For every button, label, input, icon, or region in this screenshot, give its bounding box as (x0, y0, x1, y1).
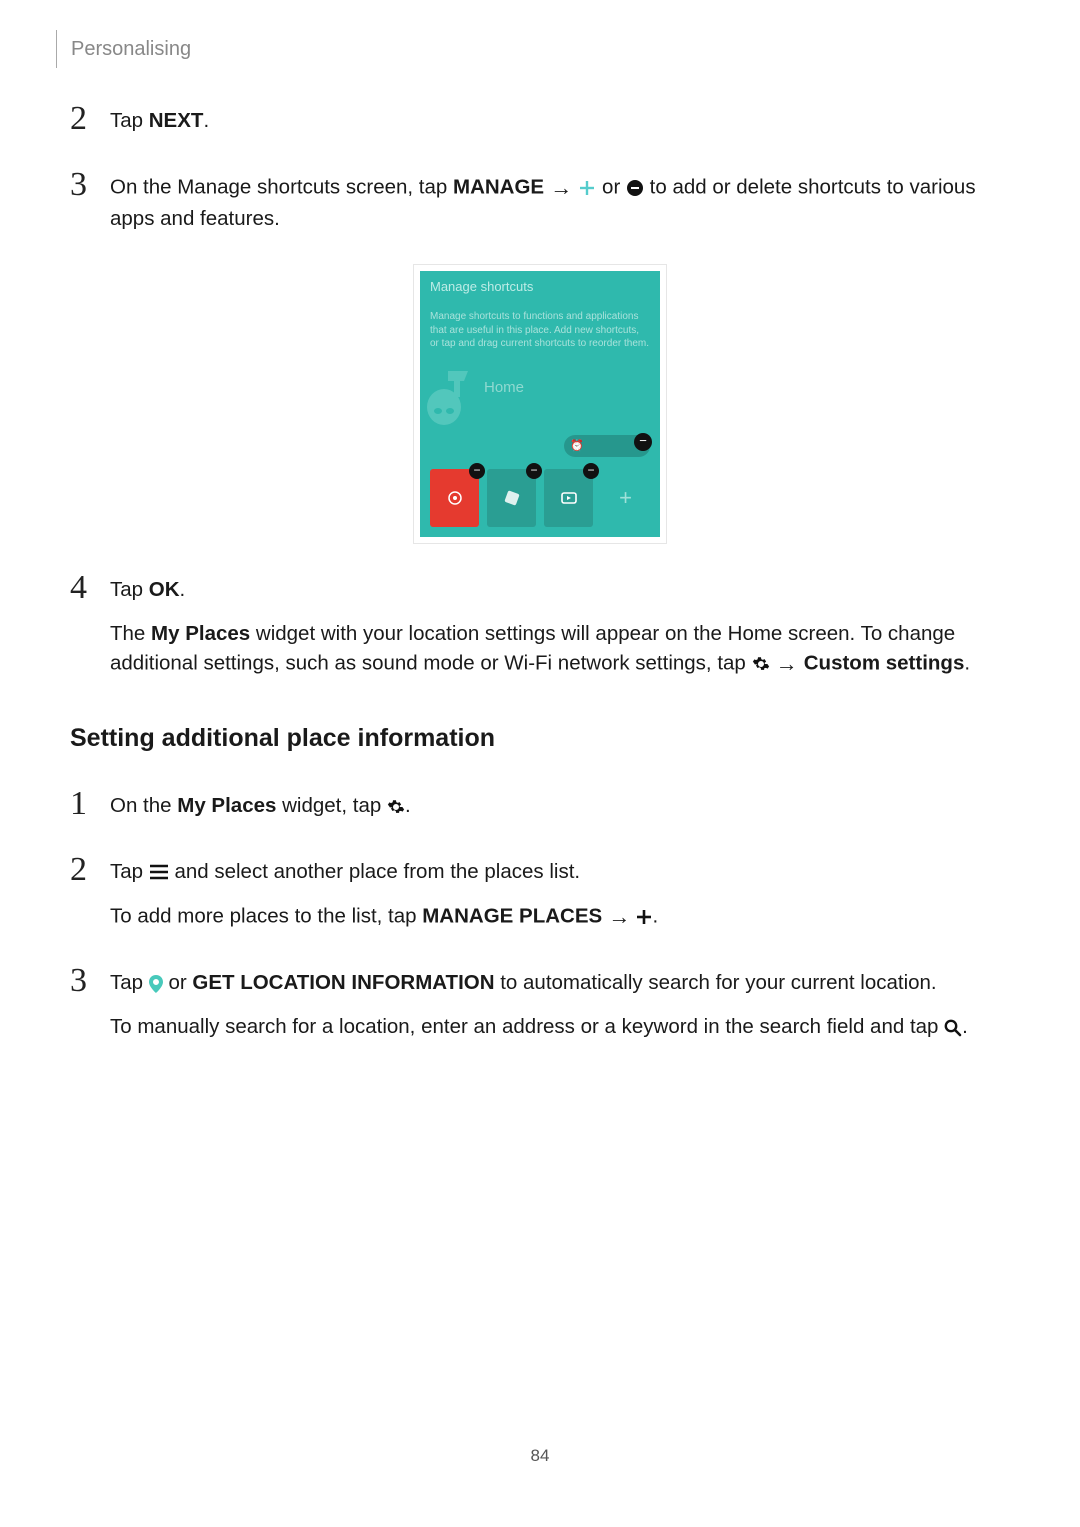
figure-home-row: Home (420, 361, 660, 433)
label-manage-places: MANAGE PLACES (422, 904, 602, 927)
text: To add more places to the list, tap (110, 904, 422, 927)
text: Tap (110, 860, 149, 883)
step-4: 4 Tap OK. The My Places widget with your… (70, 571, 1010, 694)
text: . (964, 652, 970, 675)
text: . (962, 1015, 968, 1038)
figure-title: Manage shortcuts (420, 271, 660, 302)
label-custom-settings: Custom settings (804, 652, 965, 675)
remove-icon: − (526, 463, 542, 479)
header: Personalising (56, 30, 1010, 68)
step-body: On the Manage shortcuts screen, tap MANA… (110, 168, 1010, 248)
figure-home-label: Home (484, 379, 524, 396)
text: or (596, 175, 626, 198)
gear-icon (387, 798, 405, 816)
text: Tap (110, 109, 149, 132)
label-manage: MANAGE (453, 175, 544, 198)
text: . (203, 109, 209, 132)
minus-circle-icon (626, 179, 644, 197)
step-body: Tap and select another place from the pl… (110, 853, 1010, 947)
text: . (652, 904, 658, 927)
header-section: Personalising (71, 38, 191, 61)
step-number: 1 (70, 787, 110, 821)
menu-icon (149, 864, 169, 880)
label-my-places: My Places (151, 622, 250, 645)
text: The (110, 622, 151, 645)
tile-app-1: − (430, 469, 479, 527)
remove-icon: − (583, 463, 599, 479)
label-get-location: GET LOCATION INFORMATION (192, 971, 494, 994)
label-my-places: My Places (177, 794, 276, 817)
figure-alarm-row: ⏰ − (420, 433, 660, 461)
step-b2: 2 Tap and select another place from the … (70, 853, 1010, 947)
remove-icon: − (469, 463, 485, 479)
text: To manually search for a location, enter… (110, 1015, 944, 1038)
step-number: 2 (70, 853, 110, 887)
text: On the Manage shortcuts screen, tap (110, 175, 453, 198)
text: to automatically search for your current… (495, 971, 937, 994)
text: Tap (110, 578, 149, 601)
plus-icon (578, 179, 596, 197)
text: . (405, 794, 411, 817)
arrow-icon: → (544, 175, 578, 200)
text: or (163, 971, 193, 994)
step-body: Tap OK. The My Places widget with your l… (110, 571, 1010, 694)
figure-manage-shortcuts: Manage shortcuts Manage shortcuts to fun… (70, 265, 1010, 543)
arrow-icon: → (770, 651, 804, 676)
alarm-pill: ⏰ − (564, 435, 650, 457)
plus-icon (636, 909, 652, 925)
step-body: On the My Places widget, tap . (110, 787, 1010, 835)
step-number: 2 (70, 102, 110, 136)
text: and select another place from the places… (169, 860, 580, 883)
step-number: 4 (70, 571, 110, 605)
step-number: 3 (70, 168, 110, 202)
alarm-icon: ⏰ (570, 439, 584, 452)
step-b3: 3 Tap or GET LOCATION INFORMATION to aut… (70, 964, 1010, 1055)
remove-alarm-icon: − (634, 433, 652, 451)
subheading: Setting additional place information (70, 724, 1010, 753)
tile-app-2: − (487, 469, 536, 527)
step-body: Tap NEXT. (110, 102, 1010, 150)
text: On the (110, 794, 177, 817)
search-icon (944, 1019, 962, 1037)
label-next: NEXT (149, 109, 204, 132)
arrow-icon: → (602, 904, 636, 929)
plus-icon: + (619, 485, 632, 511)
page-number: 84 (0, 1446, 1080, 1466)
step-3: 3 On the Manage shortcuts screen, tap MA… (70, 168, 1010, 248)
step-number: 3 (70, 964, 110, 998)
tile-app-3: − (544, 469, 593, 527)
step-2: 2 Tap NEXT. (70, 102, 1010, 150)
text: Tap (110, 971, 149, 994)
label-ok: OK (149, 578, 180, 601)
home-icon (426, 363, 482, 434)
figure-description: Manage shortcuts to functions and applic… (420, 302, 660, 361)
step-b1: 1 On the My Places widget, tap . (70, 787, 1010, 835)
location-pin-icon (149, 975, 163, 993)
tile-add: + (601, 469, 650, 527)
figure-tiles: − − − + (420, 461, 660, 537)
text: widget, tap (276, 794, 387, 817)
step-body: Tap or GET LOCATION INFORMATION to autom… (110, 964, 1010, 1055)
text: . (180, 578, 186, 601)
gear-icon (752, 655, 770, 673)
